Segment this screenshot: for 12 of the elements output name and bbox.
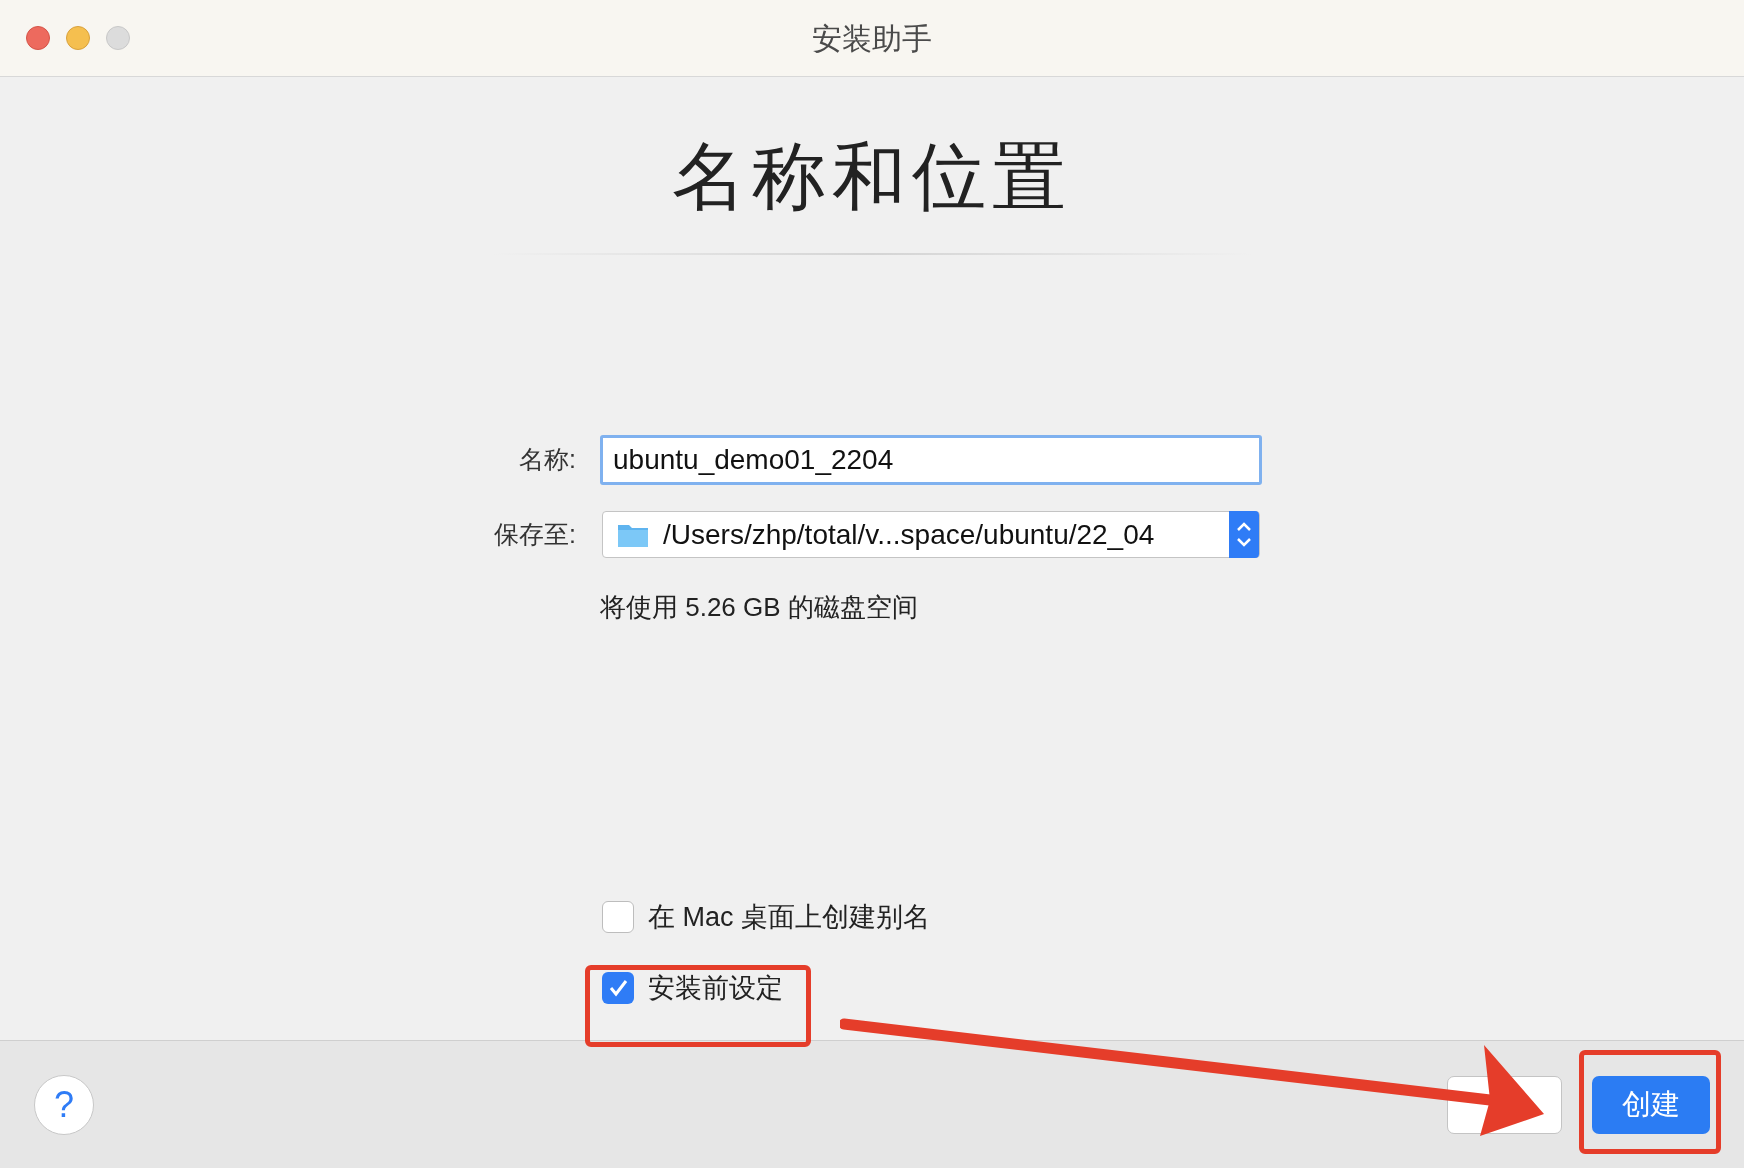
field-label: 保存至:	[494, 518, 577, 550]
help-button[interactable]: ?	[34, 1074, 94, 1135]
field-label: 名称:	[519, 444, 577, 476]
page-heading: 名称和位置	[672, 134, 1072, 220]
checkbox-label: 安装前设定	[648, 971, 783, 1005]
disk-usage-text: 将使用 5.26 GB 的磁盘空间	[600, 591, 919, 624]
checkbox-label: 在 Mac 桌面上创建别名	[648, 901, 930, 934]
window-title: 安装助手	[812, 20, 932, 57]
save-location-dropdown[interactable]: /Users/zhp/total/v...space/ubuntu/22_04	[602, 511, 1260, 558]
save-path: /Users/zhp/total/v...space/ubuntu/22_04	[663, 517, 1156, 552]
create-button[interactable]: 创建	[1592, 1075, 1710, 1134]
name-field[interactable]: ubuntu_demo01_2204	[600, 435, 1262, 485]
